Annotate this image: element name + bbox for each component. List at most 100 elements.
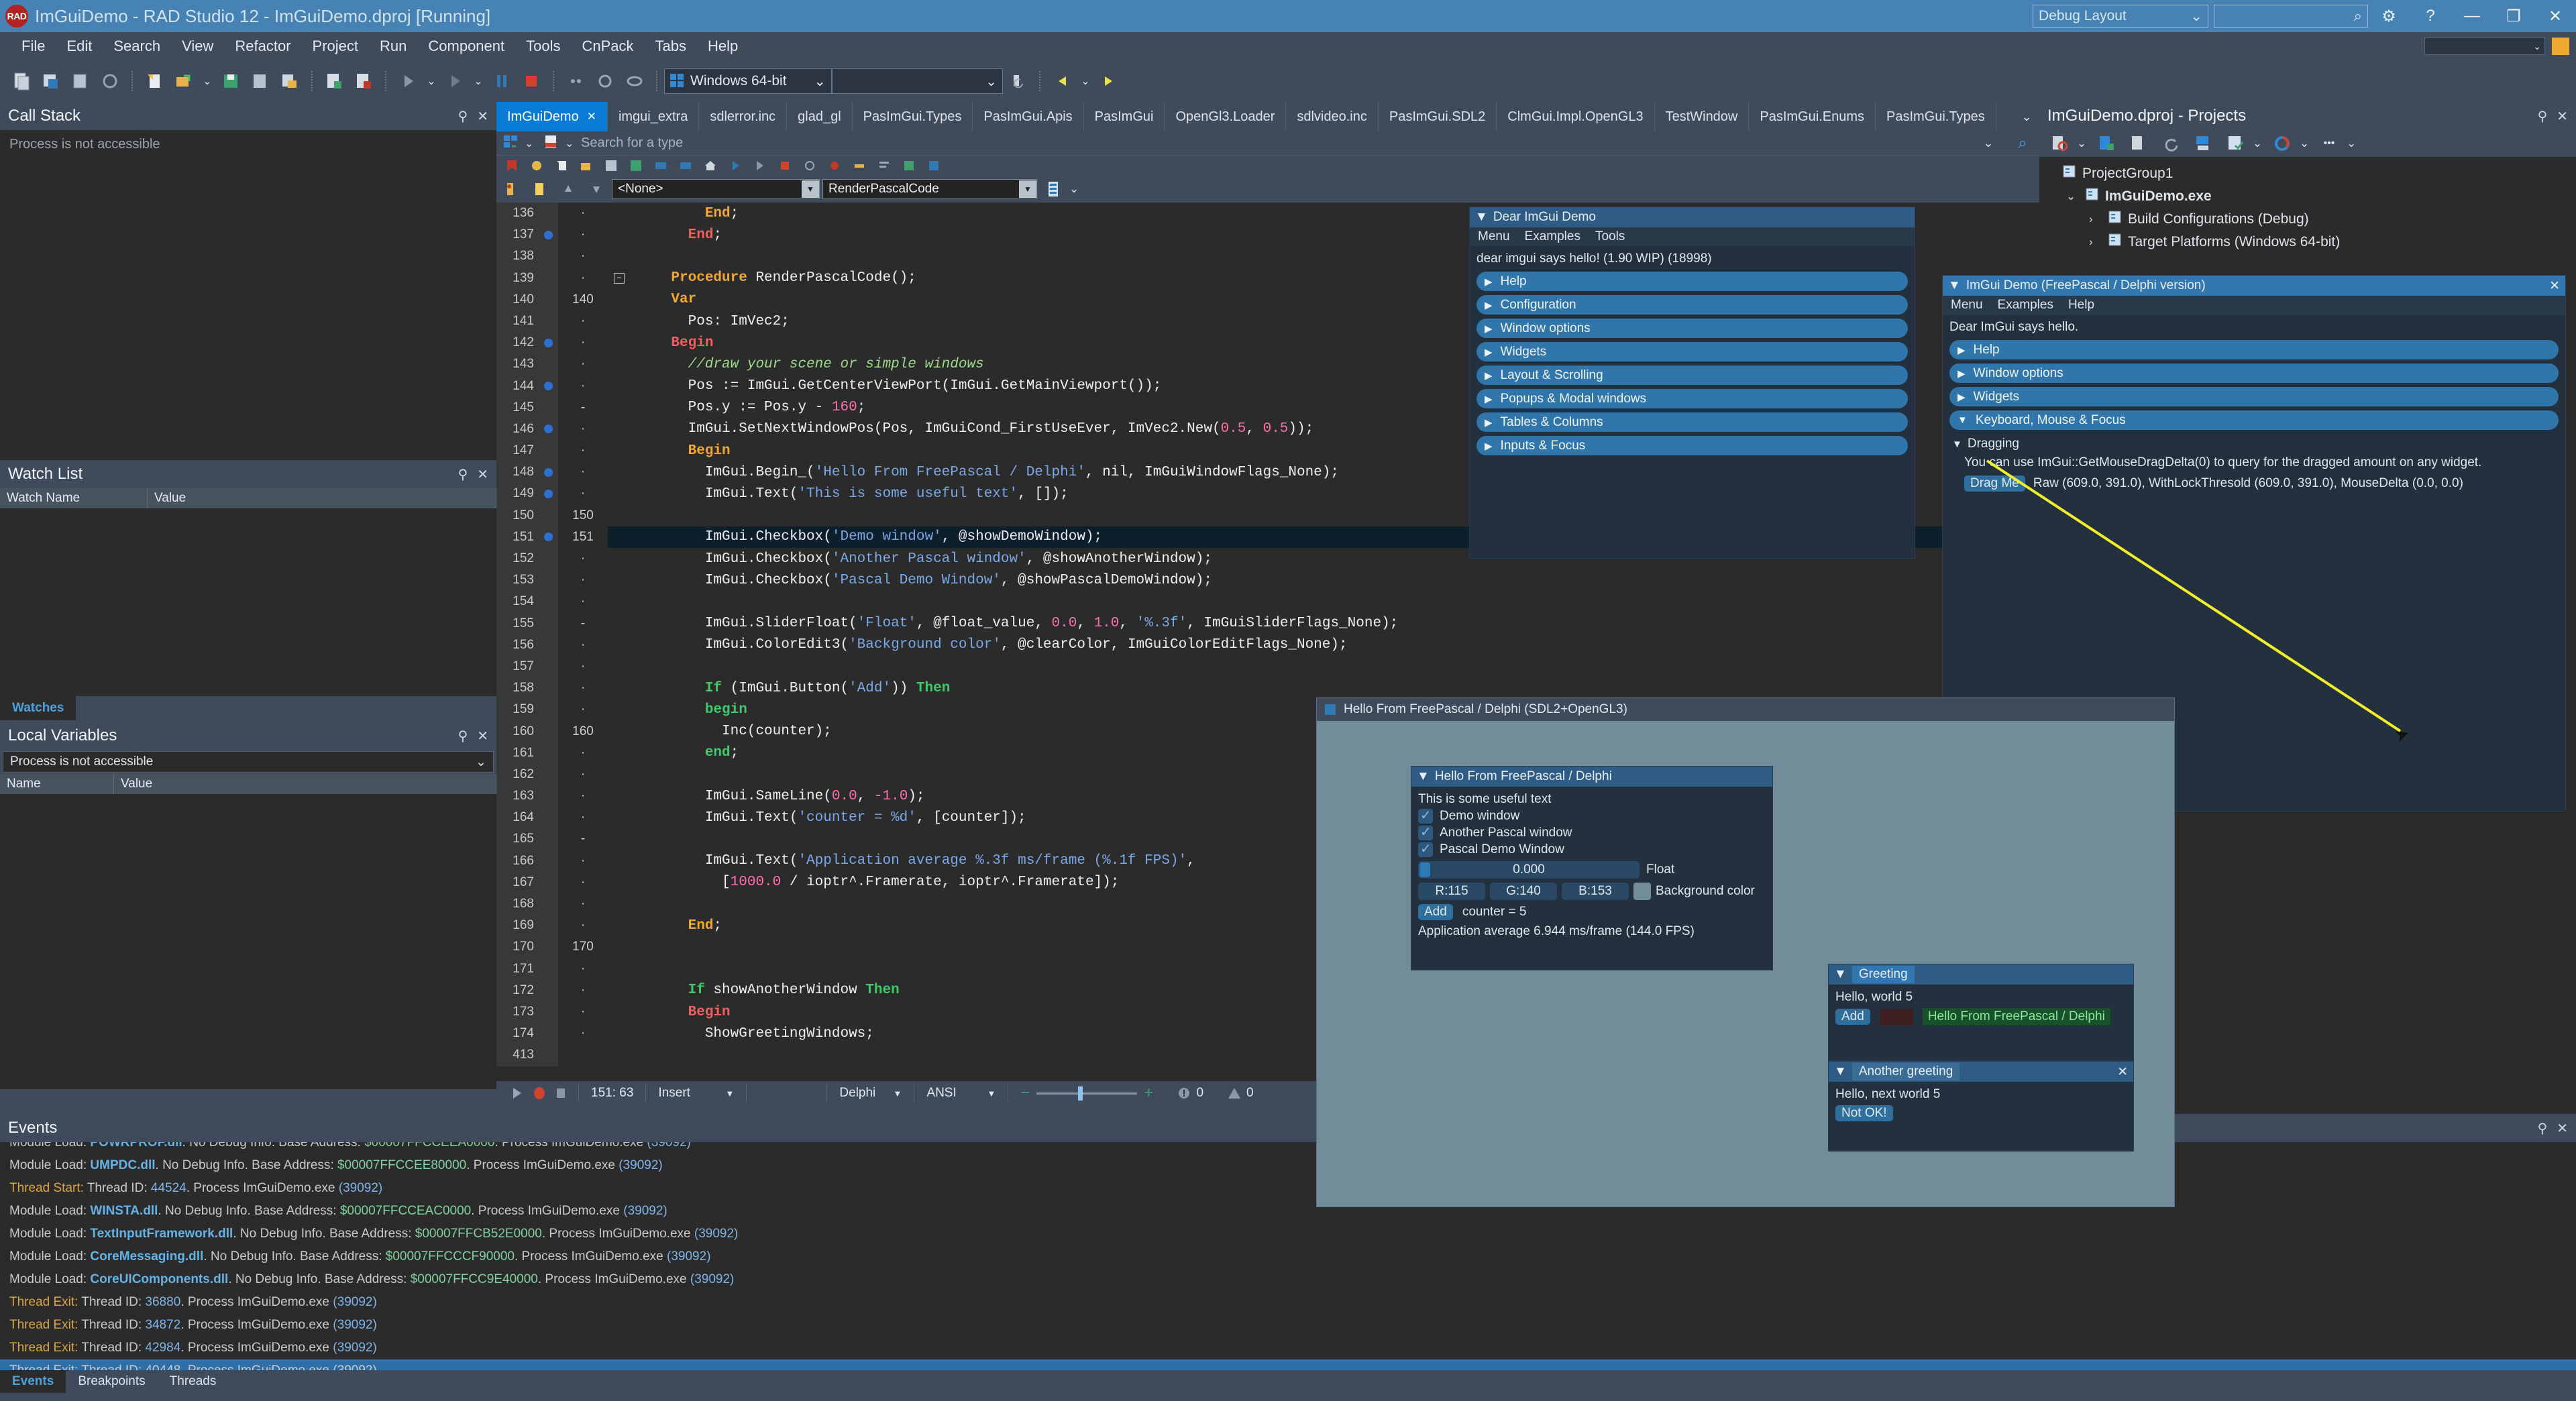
editor-tab-pasimgui-enums[interactable]: PasImGui.Enums bbox=[1749, 102, 1876, 131]
event-row[interactable]: Module Load: TextInputFramework.dll. No … bbox=[0, 1223, 2576, 1245]
window-list-icon[interactable] bbox=[2552, 38, 2569, 55]
copy-icon[interactable] bbox=[677, 158, 694, 174]
fold-gutter[interactable] bbox=[608, 1001, 631, 1023]
close-icon[interactable]: ✕ bbox=[477, 466, 488, 483]
editor-tab-pasimgui-sdl2[interactable]: PasImGui.SDL2 bbox=[1379, 102, 1497, 131]
expand-arrow-icon[interactable]: › bbox=[2089, 235, 2102, 249]
refresh-icon[interactable] bbox=[2159, 132, 2183, 155]
menu-item-help[interactable]: Help bbox=[697, 38, 749, 55]
bookmark-icon[interactable] bbox=[503, 158, 521, 174]
format-icon[interactable] bbox=[875, 158, 893, 174]
breakpoint-gutter[interactable] bbox=[538, 915, 558, 936]
chevron-down-icon[interactable]: ⌄ bbox=[525, 137, 537, 150]
home-icon[interactable] bbox=[702, 158, 719, 174]
save-as-icon[interactable] bbox=[248, 70, 272, 93]
editor-tab-pasimgui[interactable]: PasImGui bbox=[1084, 102, 1165, 131]
breakpoint-gutter[interactable] bbox=[538, 397, 558, 418]
breakpoint-gutter[interactable] bbox=[538, 936, 558, 958]
editor-tab-sdlerror-inc[interactable]: sdlerror.inc bbox=[699, 102, 787, 131]
collapse-arrow-icon[interactable]: ▼ bbox=[1834, 1064, 1847, 1079]
menu-item-search[interactable]: Search bbox=[103, 38, 171, 55]
pas-demo-menu-examples[interactable]: Examples bbox=[1998, 298, 2053, 313]
dear-demo-menu-examples[interactable]: Examples bbox=[1525, 229, 1580, 244]
fold-gutter[interactable] bbox=[608, 742, 631, 764]
breakpoint-gutter[interactable] bbox=[538, 353, 558, 375]
dear-demo-section-window-options[interactable]: ▶Window options bbox=[1477, 319, 1908, 338]
column-header-value[interactable]: Value bbox=[148, 488, 496, 508]
checkbox-another-pascal-window[interactable]: Another Pascal window bbox=[1418, 826, 1766, 840]
event-row[interactable]: Module Load: UMPDC.dll. No Debug Info. B… bbox=[0, 1154, 2576, 1177]
collapse-arrow-icon[interactable]: ▼ bbox=[1417, 769, 1430, 784]
another-greeting-titlebar[interactable]: ▼ Another greeting ✕ bbox=[1829, 1062, 2133, 1082]
breakpoint-gutter[interactable] bbox=[538, 332, 558, 353]
zoom-out-icon[interactable]: − bbox=[1020, 1084, 1030, 1103]
fold-gutter[interactable] bbox=[608, 397, 631, 418]
breakpoint-gutter[interactable] bbox=[538, 569, 558, 591]
target-platform-selector[interactable]: Windows 64-bit ⌄ bbox=[664, 68, 832, 94]
local-variables-grid[interactable] bbox=[0, 794, 496, 1089]
code-line[interactable]: 153· ImGui.Checkbox('Pascal Demo Window'… bbox=[496, 569, 2039, 591]
remove-project-icon[interactable] bbox=[2127, 132, 2151, 155]
target-platform-icon[interactable] bbox=[2270, 132, 2294, 155]
encoding-selector[interactable]: ANSI ▼ bbox=[914, 1084, 1008, 1102]
pin-icon[interactable]: ⚲ bbox=[458, 466, 468, 483]
search-type-input[interactable]: Search for a type bbox=[581, 135, 1971, 151]
close-button[interactable]: ✕ bbox=[2534, 0, 2576, 32]
add-file-to-project-icon[interactable] bbox=[322, 70, 346, 93]
editor-tab-clmgui-impl-opengl3[interactable]: ClmGui.Impl.OpenGL3 bbox=[1497, 102, 1654, 131]
chevron-down-icon[interactable]: ⌄ bbox=[2347, 137, 2359, 150]
editor-tab-imguidemo[interactable]: ImGuiDemo✕ bbox=[496, 102, 608, 131]
fold-gutter[interactable] bbox=[608, 376, 631, 397]
breakpoint-gutter[interactable] bbox=[538, 224, 558, 245]
breakpoint-gutter[interactable] bbox=[538, 1044, 558, 1066]
color-g-field[interactable]: G:140 bbox=[1490, 883, 1557, 900]
event-row[interactable]: Thread Start: Thread ID: 44524. Process … bbox=[0, 1177, 2576, 1200]
breakpoint-gutter[interactable] bbox=[538, 289, 558, 311]
settings-icon[interactable]: ⚙ bbox=[2368, 0, 2410, 32]
breakpoint-gutter[interactable] bbox=[538, 483, 558, 504]
dear-demo-section-widgets[interactable]: ▶Widgets bbox=[1477, 342, 1908, 361]
project-tree-node[interactable]: ›Target Platforms (Windows 64-bit) bbox=[2043, 231, 2576, 254]
menu-combo[interactable]: ⌄ bbox=[2424, 38, 2545, 55]
menu-item-refactor[interactable]: Refactor bbox=[224, 38, 301, 55]
pause-icon[interactable] bbox=[490, 70, 514, 93]
fold-gutter[interactable] bbox=[608, 505, 631, 526]
fold-gutter[interactable] bbox=[608, 440, 631, 461]
float-slider[interactable]: 0.000 bbox=[1418, 861, 1640, 879]
remove-file-from-project-icon[interactable] bbox=[352, 70, 376, 93]
more-options-icon[interactable]: ••• bbox=[2317, 132, 2341, 155]
build-config-icon[interactable] bbox=[2223, 132, 2247, 155]
nav-down-icon[interactable] bbox=[586, 180, 606, 199]
breakpoint-icon[interactable] bbox=[826, 158, 843, 174]
checkbox-box[interactable] bbox=[1418, 826, 1433, 840]
editor-tab-imgui-extra[interactable]: imgui_extra bbox=[608, 102, 699, 131]
breakpoint-gutter[interactable] bbox=[538, 699, 558, 720]
event-row[interactable]: Module Load: WINSTA.dll. No Debug Info. … bbox=[0, 1200, 2576, 1223]
run-icon[interactable] bbox=[396, 70, 420, 93]
event-row[interactable]: Thread Exit: Thread ID: 34872. Process I… bbox=[0, 1314, 2576, 1337]
menu-item-cnpack[interactable]: CnPack bbox=[572, 38, 645, 55]
fold-gutter[interactable] bbox=[608, 721, 631, 742]
fold-gutter[interactable] bbox=[608, 591, 631, 612]
dear-demo-section-inputs-focus[interactable]: ▶Inputs & Focus bbox=[1477, 436, 1908, 455]
add-project-icon[interactable] bbox=[2094, 132, 2118, 155]
dear-demo-section-tables-columns[interactable]: ▶Tables & Columns bbox=[1477, 412, 1908, 432]
error-count[interactable]: 0 bbox=[1165, 1084, 1216, 1102]
save-all-icon[interactable] bbox=[68, 70, 93, 93]
menu-item-project[interactable]: Project bbox=[302, 38, 369, 55]
menu-item-file[interactable]: File bbox=[11, 38, 56, 55]
title-search-box[interactable]: ⌕ bbox=[2214, 5, 2368, 27]
menu-item-tools[interactable]: Tools bbox=[515, 38, 571, 55]
list-view-icon[interactable] bbox=[1042, 180, 1064, 199]
save-icon[interactable] bbox=[602, 158, 620, 174]
run-to-cursor-icon[interactable] bbox=[623, 70, 647, 93]
breakpoint-gutter[interactable] bbox=[538, 548, 558, 569]
run-without-debugging-icon[interactable] bbox=[443, 70, 467, 93]
run-project-icon[interactable] bbox=[2047, 132, 2072, 155]
breakpoint-gutter[interactable] bbox=[538, 311, 558, 332]
column-header-name[interactable]: Name bbox=[0, 774, 114, 794]
help-icon[interactable] bbox=[925, 158, 943, 174]
greeting-titlebar[interactable]: ▼ Greeting bbox=[1829, 964, 2133, 985]
save-icon[interactable] bbox=[219, 70, 243, 93]
editor-tab-pasimgui-types[interactable]: PasImGui.Types bbox=[853, 102, 973, 131]
